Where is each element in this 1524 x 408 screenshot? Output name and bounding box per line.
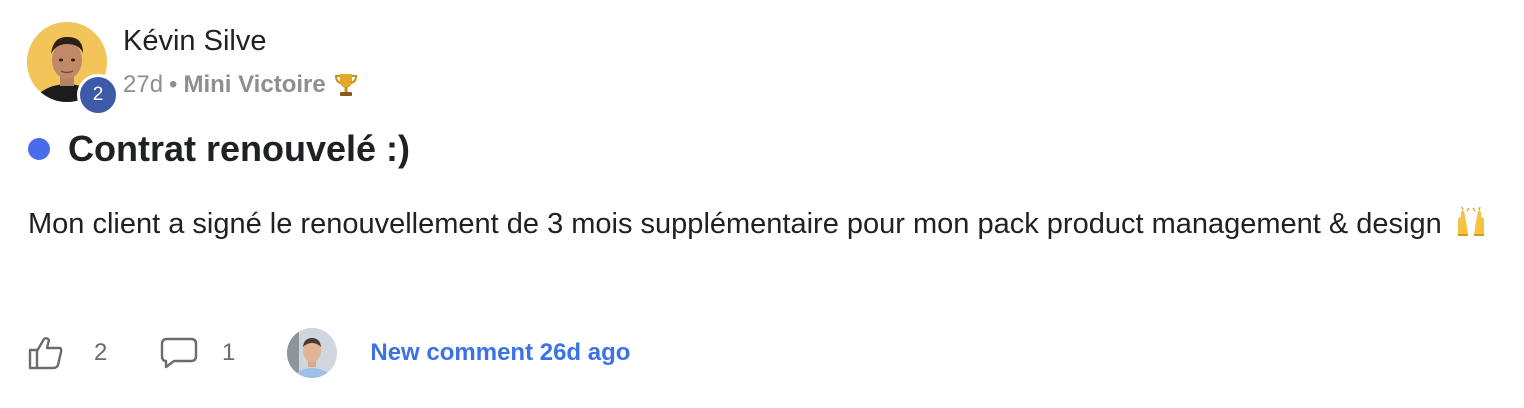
author-avatar-wrap[interactable]: 2 bbox=[27, 22, 119, 116]
post-footer: 2 1 New comment 26d ago bbox=[28, 325, 630, 381]
post-body-text: Mon client a signé le renouvellement de … bbox=[28, 208, 1442, 240]
thumbs-up-icon bbox=[28, 337, 63, 370]
unread-dot bbox=[28, 138, 50, 160]
author-name[interactable]: Kévin Silve bbox=[123, 25, 266, 58]
post-age: 27d bbox=[123, 71, 164, 98]
comment-count: 1 bbox=[222, 339, 236, 366]
post-meta: 27d • Mini Victoire bbox=[123, 71, 358, 99]
comment-button[interactable]: 1 bbox=[160, 337, 235, 369]
commenter-avatar[interactable] bbox=[287, 328, 338, 378]
like-count: 2 bbox=[94, 339, 108, 366]
like-button[interactable]: 2 bbox=[28, 336, 112, 370]
commenter-avatar-photo bbox=[287, 328, 338, 378]
comment-bubble-icon bbox=[160, 337, 198, 369]
post-title[interactable]: Contrat renouvelé :) bbox=[68, 128, 410, 170]
raising-hands-icon bbox=[1454, 204, 1488, 236]
new-comment-link[interactable]: New comment 26d ago bbox=[370, 339, 630, 367]
post-card: 2 Kévin Silve 27d • Mini Victoire Contra… bbox=[0, 0, 1524, 408]
trophy-icon bbox=[334, 72, 358, 98]
post-title-row[interactable]: Contrat renouvelé :) bbox=[28, 128, 410, 170]
level-badge: 2 bbox=[77, 74, 119, 116]
meta-separator: • bbox=[169, 71, 178, 98]
post-body: Mon client a signé le renouvellement de … bbox=[28, 200, 1498, 249]
post-category[interactable]: Mini Victoire bbox=[183, 71, 325, 99]
